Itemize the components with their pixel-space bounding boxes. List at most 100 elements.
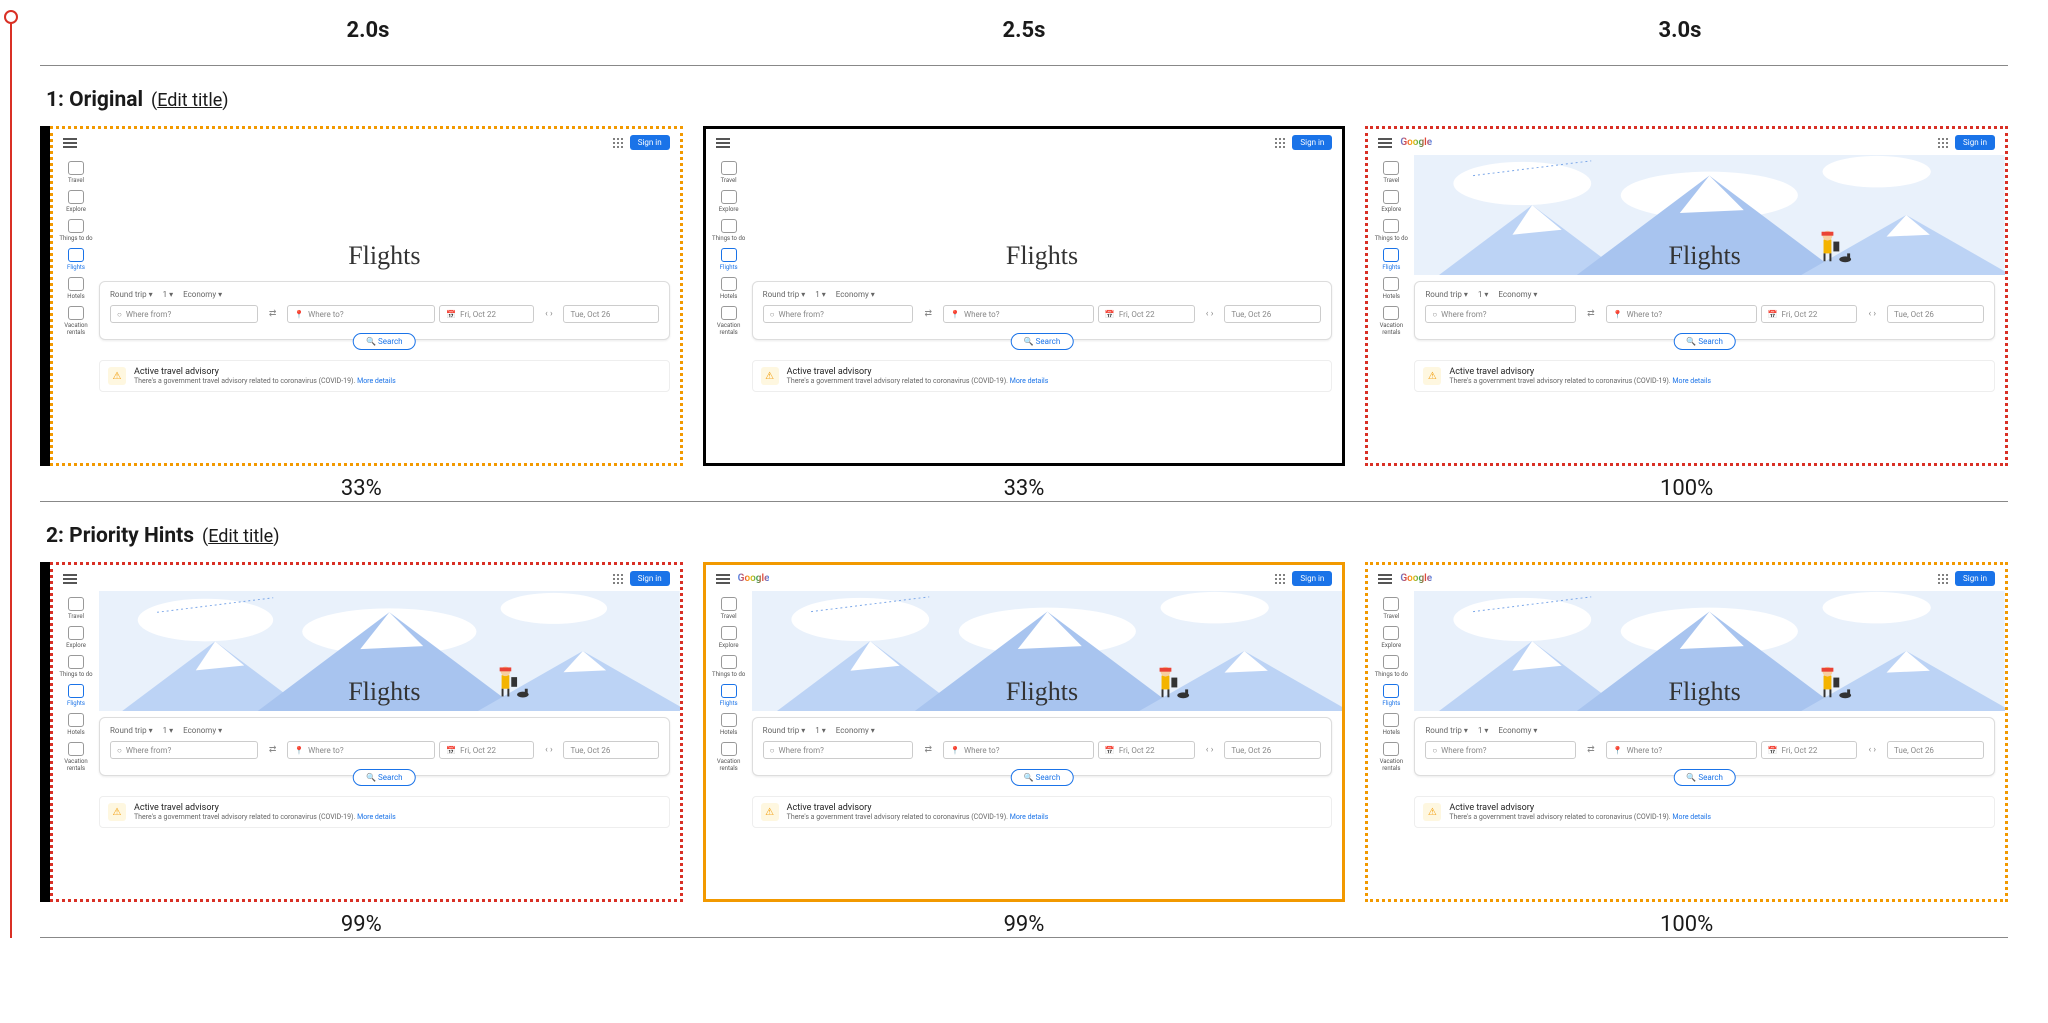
hamburger-icon[interactable] bbox=[716, 574, 730, 584]
sidebar-item[interactable]: Vacation rentals bbox=[710, 306, 748, 336]
sidebar-item[interactable]: Explore bbox=[57, 190, 95, 213]
frame-handle[interactable] bbox=[40, 562, 50, 902]
advisory-more-link[interactable]: More details bbox=[1010, 377, 1049, 385]
sidebar-item[interactable]: Travel bbox=[710, 161, 748, 184]
sidebar-item[interactable]: Things to do bbox=[57, 219, 95, 242]
sidebar-item[interactable]: Travel bbox=[57, 161, 95, 184]
to-field[interactable]: 📍 Where to? bbox=[943, 305, 1094, 323]
sidebar-item[interactable]: Travel bbox=[1372, 161, 1410, 184]
advisory-more-link[interactable]: More details bbox=[1672, 377, 1711, 385]
signin-button[interactable]: Sign in bbox=[1955, 135, 1995, 150]
search-button[interactable]: 🔍 Search bbox=[1011, 769, 1074, 786]
trip-type-chip[interactable]: Round trip bbox=[1425, 726, 1468, 735]
apps-icon[interactable] bbox=[1937, 573, 1949, 585]
depart-date-field[interactable]: 📅 Fri, Oct 22 bbox=[1761, 741, 1858, 759]
frame[interactable]: Google Sign in TravelExploreThings to do… bbox=[1365, 126, 2008, 466]
search-button[interactable]: 🔍 Search bbox=[353, 769, 416, 786]
class-chip[interactable]: Economy bbox=[836, 290, 875, 299]
screenshot-thumb[interactable]: Google Sign in TravelExploreThings to do… bbox=[703, 562, 1346, 902]
swap-icon[interactable]: ⇄ bbox=[1580, 309, 1602, 319]
class-chip[interactable]: Economy bbox=[1498, 290, 1537, 299]
to-field[interactable]: 📍 Where to? bbox=[1606, 741, 1757, 759]
hamburger-icon[interactable] bbox=[1378, 574, 1392, 584]
depart-date-field[interactable]: 📅 Fri, Oct 22 bbox=[439, 741, 534, 759]
to-field[interactable]: 📍 Where to? bbox=[1606, 305, 1757, 323]
apps-icon[interactable] bbox=[1274, 573, 1286, 585]
advisory-more-link[interactable]: More details bbox=[357, 377, 396, 385]
search-button[interactable]: 🔍 Search bbox=[1673, 333, 1736, 350]
pax-chip[interactable]: 1 bbox=[1478, 726, 1489, 735]
swap-icon[interactable]: ⇄ bbox=[262, 309, 283, 319]
pax-chip[interactable]: 1 bbox=[163, 726, 174, 735]
frame[interactable]: Google Sign in TravelExploreThings to do… bbox=[703, 126, 1346, 466]
depart-date-field[interactable]: 📅 Fri, Oct 22 bbox=[439, 305, 534, 323]
sidebar-item[interactable]: Travel bbox=[710, 597, 748, 620]
class-chip[interactable]: Economy bbox=[183, 290, 222, 299]
sidebar-item[interactable]: Flights bbox=[1372, 248, 1410, 271]
screenshot-thumb[interactable]: Google Sign in TravelExploreThings to do… bbox=[703, 126, 1346, 466]
trip-type-chip[interactable]: Round trip bbox=[110, 290, 153, 299]
return-date-field[interactable]: Tue, Oct 26 bbox=[1887, 305, 1984, 323]
class-chip[interactable]: Economy bbox=[183, 726, 222, 735]
sidebar-item[interactable]: Vacation rentals bbox=[1372, 742, 1410, 772]
frame[interactable]: Google Sign in TravelExploreThings to do… bbox=[703, 562, 1346, 902]
sidebar-item[interactable]: Flights bbox=[57, 248, 95, 271]
swap-icon[interactable]: ⇄ bbox=[1580, 745, 1602, 755]
trip-type-chip[interactable]: Round trip bbox=[763, 726, 806, 735]
class-chip[interactable]: Economy bbox=[1498, 726, 1537, 735]
return-date-field[interactable]: Tue, Oct 26 bbox=[563, 305, 658, 323]
advisory-more-link[interactable]: More details bbox=[357, 813, 396, 821]
sidebar-item[interactable]: Things to do bbox=[1372, 219, 1410, 242]
sidebar-item[interactable]: Hotels bbox=[1372, 713, 1410, 736]
hamburger-icon[interactable] bbox=[63, 574, 77, 584]
from-field[interactable]: ○ Where from? bbox=[110, 741, 258, 759]
screenshot-thumb[interactable]: Google Sign in TravelExploreThings to do… bbox=[50, 126, 683, 466]
from-field[interactable]: ○ Where from? bbox=[1425, 741, 1576, 759]
hamburger-icon[interactable] bbox=[63, 138, 77, 148]
sidebar-item[interactable]: Hotels bbox=[710, 713, 748, 736]
sidebar-item[interactable]: Flights bbox=[57, 684, 95, 707]
sidebar-item[interactable]: Hotels bbox=[57, 277, 95, 300]
swap-icon[interactable]: ⇄ bbox=[917, 309, 939, 319]
sidebar-item[interactable]: Explore bbox=[1372, 626, 1410, 649]
trip-type-chip[interactable]: Round trip bbox=[1425, 290, 1468, 299]
frame-handle[interactable] bbox=[40, 126, 50, 466]
edit-title-link[interactable]: Edit title bbox=[151, 90, 228, 111]
sidebar-item[interactable]: Vacation rentals bbox=[57, 742, 95, 772]
advisory-more-link[interactable]: More details bbox=[1010, 813, 1049, 821]
apps-icon[interactable] bbox=[1937, 137, 1949, 149]
return-date-field[interactable]: Tue, Oct 26 bbox=[563, 741, 658, 759]
signin-button[interactable]: Sign in bbox=[1955, 571, 1995, 586]
depart-date-field[interactable]: 📅 Fri, Oct 22 bbox=[1761, 305, 1858, 323]
sidebar-item[interactable]: Vacation rentals bbox=[1372, 306, 1410, 336]
signin-button[interactable]: Sign in bbox=[630, 571, 670, 586]
to-field[interactable]: 📍 Where to? bbox=[943, 741, 1094, 759]
sidebar-item[interactable]: Explore bbox=[710, 626, 748, 649]
from-field[interactable]: ○ Where from? bbox=[763, 741, 914, 759]
screenshot-thumb[interactable]: Google Sign in TravelExploreThings to do… bbox=[50, 562, 683, 902]
pax-chip[interactable]: 1 bbox=[1478, 290, 1489, 299]
depart-date-field[interactable]: 📅 Fri, Oct 22 bbox=[1098, 741, 1195, 759]
apps-icon[interactable] bbox=[612, 573, 624, 585]
sidebar-item[interactable]: Vacation rentals bbox=[710, 742, 748, 772]
search-button[interactable]: 🔍 Search bbox=[353, 333, 416, 350]
pax-chip[interactable]: 1 bbox=[815, 290, 826, 299]
frame[interactable]: Google Sign in TravelExploreThings to do… bbox=[40, 126, 683, 466]
advisory-more-link[interactable]: More details bbox=[1672, 813, 1711, 821]
from-field[interactable]: ○ Where from? bbox=[1425, 305, 1576, 323]
sidebar-item[interactable]: Hotels bbox=[710, 277, 748, 300]
to-field[interactable]: 📍 Where to? bbox=[287, 305, 435, 323]
screenshot-thumb[interactable]: Google Sign in TravelExploreThings to do… bbox=[1365, 562, 2008, 902]
sidebar-item[interactable]: Flights bbox=[710, 684, 748, 707]
frame[interactable]: Google Sign in TravelExploreThings to do… bbox=[1365, 562, 2008, 902]
signin-button[interactable]: Sign in bbox=[1292, 571, 1332, 586]
from-field[interactable]: ○ Where from? bbox=[110, 305, 258, 323]
frame[interactable]: Google Sign in TravelExploreThings to do… bbox=[40, 562, 683, 902]
return-date-field[interactable]: Tue, Oct 26 bbox=[1887, 741, 1984, 759]
return-date-field[interactable]: Tue, Oct 26 bbox=[1224, 305, 1321, 323]
sidebar-item[interactable]: Vacation rentals bbox=[57, 306, 95, 336]
pax-chip[interactable]: 1 bbox=[815, 726, 826, 735]
sidebar-item[interactable]: Explore bbox=[710, 190, 748, 213]
trip-type-chip[interactable]: Round trip bbox=[110, 726, 153, 735]
class-chip[interactable]: Economy bbox=[836, 726, 875, 735]
